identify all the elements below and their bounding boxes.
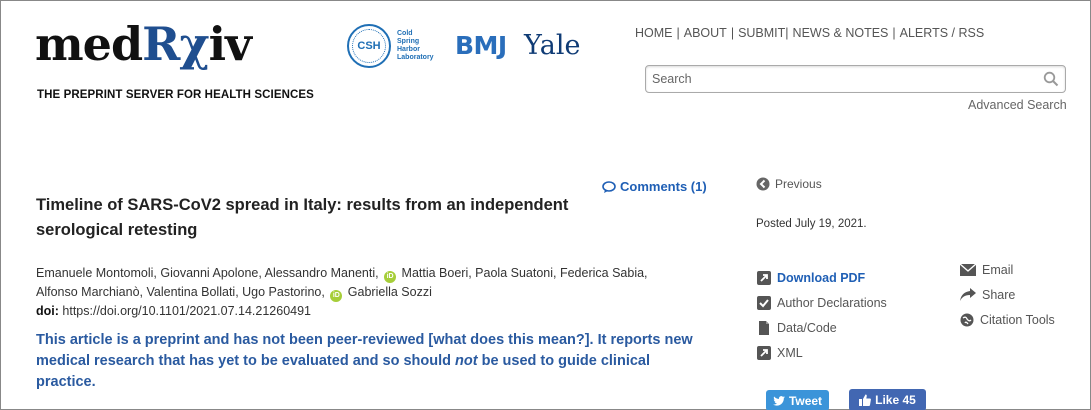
share-button[interactable]: Share — [960, 282, 1055, 307]
data-code-button[interactable]: Data/Code — [757, 315, 887, 340]
csh-line: Laboratory — [397, 54, 434, 61]
twitter-bird-icon — [772, 395, 785, 406]
author-names: Emanuele Montomoli, Giovanni Apolone, Al… — [36, 266, 379, 280]
csh-line: Spring — [397, 38, 420, 45]
share-arrow-icon — [960, 288, 976, 301]
logo-part-iv: iv — [208, 17, 252, 71]
article-title: Timeline of SARS-CoV2 spread in Italy: r… — [36, 196, 569, 239]
posted-date: Posted July 19, 2021. — [756, 218, 867, 230]
comments-label: Comments (1) — [620, 179, 707, 194]
author-names: Alfonso Marchianò, Valentina Bollati, Ug… — [36, 285, 325, 299]
tweet-label: Tweet — [788, 393, 823, 408]
doi-label: doi: — [36, 304, 59, 318]
xml-label: XML — [777, 345, 803, 360]
csh-badge: CSH — [347, 24, 391, 68]
site-tagline: THE PREPRINT SERVER FOR HEALTH SCIENCES — [37, 89, 314, 101]
csh-label: Cold Spring Harbor Laboratory — [397, 30, 434, 62]
data-code-label: Data/Code — [777, 320, 837, 335]
previous-link[interactable]: Previous — [756, 177, 822, 191]
facebook-like-button[interactable]: Like 45 — [849, 389, 926, 410]
nav-separator: | — [730, 26, 735, 40]
nav-home[interactable]: HOME — [635, 26, 673, 40]
nav-separator: | — [785, 26, 789, 40]
previous-label: Previous — [775, 177, 822, 191]
email-label: Email — [982, 262, 1014, 277]
doi-link[interactable]: https://doi.org/10.1101/2021.07.14.21260… — [62, 304, 311, 318]
author-declarations-button[interactable]: Author Declarations — [757, 290, 887, 315]
logo-part-med: med — [35, 17, 143, 71]
citation-tools-label: Citation Tools — [980, 312, 1055, 327]
author-names: Gabriella Sozzi — [347, 285, 432, 299]
comments-link[interactable]: Comments (1) — [602, 179, 707, 194]
share-tools: Email Share Citation Tools — [960, 257, 1055, 332]
search-input[interactable] — [646, 66, 1026, 92]
arrow-left-circle-icon — [756, 177, 770, 191]
author-names: Mattia Boeri, Paola Suatoni, Federica Sa… — [401, 266, 648, 280]
author-list: Emanuele Montomoli, Giovanni Apolone, Al… — [36, 264, 686, 302]
nav-about[interactable]: ABOUT — [684, 26, 727, 40]
advanced-search-link[interactable]: Advanced Search — [968, 98, 1067, 112]
email-button[interactable]: Email — [960, 257, 1055, 282]
notice-emphasis: not — [455, 353, 478, 369]
nav-news-notes[interactable]: NEWS & NOTES — [793, 26, 889, 40]
bmj-logo[interactable]: BMJ — [455, 31, 507, 60]
document-icon — [759, 320, 769, 335]
logo-part-rx: Rχ — [142, 17, 209, 71]
checkbox-icon — [757, 295, 771, 310]
author-declarations-label: Author Declarations — [777, 295, 887, 310]
preprint-notice: This article is a preprint and has not b… — [36, 330, 696, 393]
download-pdf-label: Download PDF — [777, 270, 866, 285]
search-icon[interactable] — [1043, 71, 1059, 87]
csh-line: Cold — [397, 30, 413, 37]
xml-button[interactable]: XML — [757, 340, 887, 365]
envelope-icon — [960, 263, 976, 276]
top-navigation: HOME | ABOUT | SUBMIT| NEWS & NOTES | ALERTS / … — [635, 26, 984, 40]
external-link-icon — [757, 270, 771, 285]
comment-bubble-icon — [602, 180, 616, 193]
globe-icon — [960, 313, 974, 326]
article-tools: Download PDF Author Declarations Data/Co… — [757, 265, 887, 365]
orcid-icon[interactable]: iD — [384, 271, 397, 283]
download-pdf-button[interactable]: Download PDF — [757, 265, 887, 290]
nav-separator: | — [676, 26, 680, 40]
tweet-button[interactable]: Tweet — [766, 390, 829, 410]
article-doi: doi: https://doi.org/10.1101/2021.07.14.… — [36, 304, 311, 318]
citation-tools-button[interactable]: Citation Tools — [960, 307, 1055, 332]
like-label: Like 45 — [875, 393, 916, 407]
csh-line: Harbor — [397, 46, 420, 53]
nav-submit[interactable]: SUBMIT — [738, 26, 785, 40]
nav-alerts-rss[interactable]: ALERTS / RSS — [900, 26, 985, 40]
csh-logo[interactable]: CSH Cold Spring Harbor Laboratory — [347, 24, 434, 68]
share-label: Share — [982, 287, 1016, 302]
orcid-icon[interactable]: iD — [330, 290, 343, 302]
thumbs-up-icon — [859, 394, 872, 406]
search-box — [645, 65, 1066, 93]
nav-separator: | — [892, 26, 896, 40]
external-link-icon — [757, 345, 771, 360]
yale-logo[interactable]: Yale — [524, 30, 580, 61]
medrxiv-logo[interactable]: medRχiv — [35, 21, 252, 67]
